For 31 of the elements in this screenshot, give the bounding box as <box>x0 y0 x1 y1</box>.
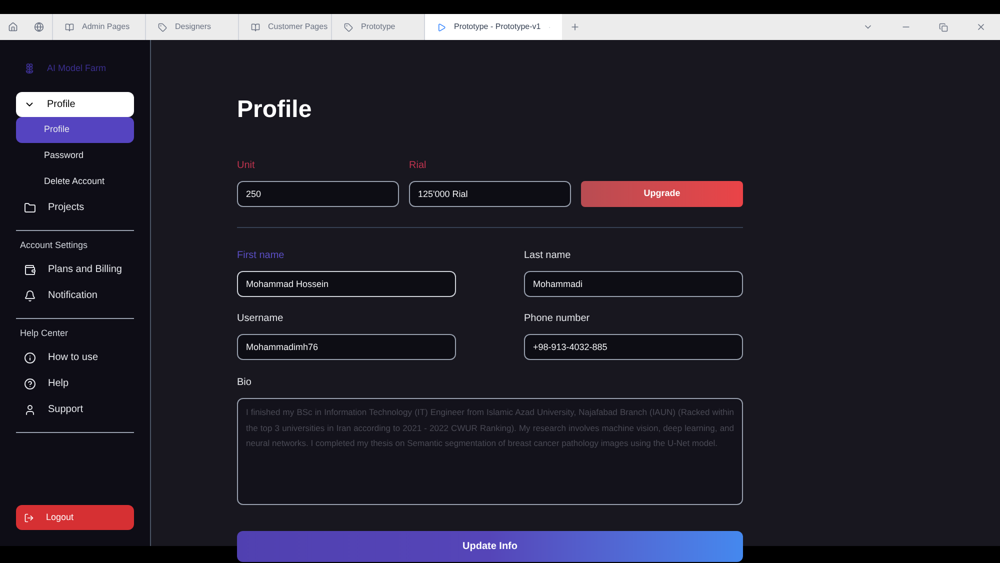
text-field[interactable]: Mohammadimh76 <box>237 334 456 360</box>
field-label: Bio <box>237 376 252 390</box>
text-field[interactable]: +98-913-4032-885 <box>524 334 743 360</box>
sidebar-item[interactable]: Support <box>16 396 134 422</box>
field-label: Unit <box>237 159 256 173</box>
section-title: Account Settings <box>19 238 89 252</box>
sidebar-item[interactable]: Help <box>16 370 134 396</box>
field-label: Last name <box>524 249 572 263</box>
field-label: Username <box>237 312 284 326</box>
submenu-item[interactable]: Profile <box>16 116 134 142</box>
section-title: Help Center <box>19 326 70 340</box>
page-title: Profile <box>237 95 313 125</box>
sidebar-item[interactable]: Notification <box>16 282 134 308</box>
text-field[interactable]: 125'000 Rial <box>409 181 571 207</box>
sidebar-item[interactable]: Projects <box>16 194 134 220</box>
profile-group-header[interactable]: Profile <box>16 92 134 116</box>
brand-name: AI Model Farm <box>47 62 106 75</box>
field-label: First name <box>237 249 286 263</box>
update-info-button[interactable]: Update Info <box>237 531 743 562</box>
browser-tab[interactable]: Prototype - Prototype-v1 <box>424 14 562 40</box>
submenu-item[interactable]: Password <box>16 142 134 168</box>
logout-button[interactable]: Logout <box>16 505 134 530</box>
text-field[interactable]: 250 <box>237 181 399 207</box>
upgrade-button[interactable]: Upgrade <box>581 181 743 207</box>
text-field[interactable]: Mohammad Hossein <box>237 271 456 297</box>
field-label: Phone number <box>524 312 591 326</box>
sidebar-item[interactable]: Plans and Billing <box>16 256 134 282</box>
text-field[interactable]: Mohammadi <box>524 271 743 297</box>
sidebar-item[interactable]: How to use <box>16 344 134 370</box>
field-label: Rial <box>409 159 428 173</box>
submenu-item[interactable]: Delete Account <box>16 168 134 194</box>
